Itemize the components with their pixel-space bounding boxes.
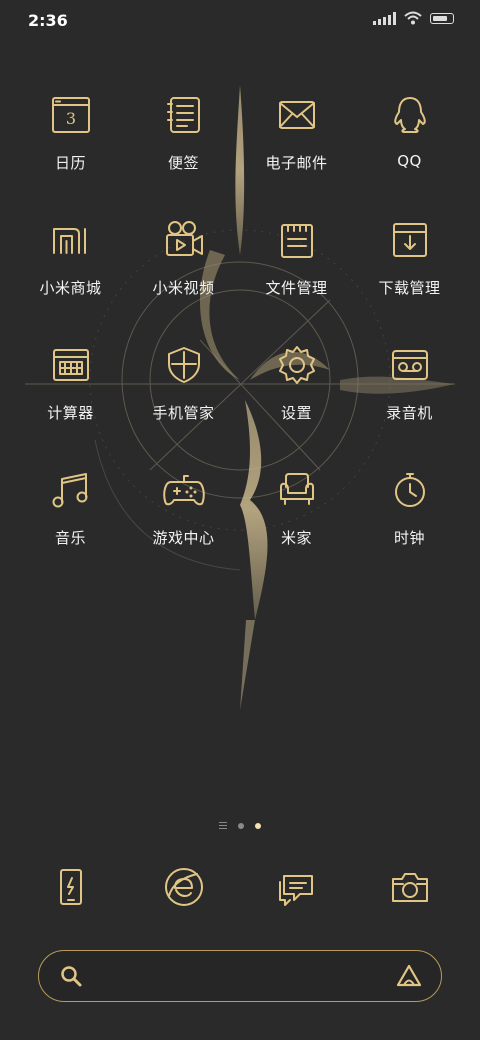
dock: [14, 862, 466, 912]
app-icon[interactable]: [159, 340, 209, 390]
app-icon[interactable]: [159, 90, 209, 140]
app-label: 便签: [167, 154, 199, 172]
search-icon[interactable]: [59, 964, 83, 988]
calculator-icon: [52, 349, 89, 381]
video-camera-icon: [165, 221, 203, 256]
recorder-icon: [391, 350, 428, 380]
status-time: 2:36: [28, 11, 68, 30]
app-recorder[interactable]: 录音机: [353, 340, 466, 465]
app-icon[interactable]: [159, 465, 209, 515]
app-mail[interactable]: 电子邮件: [240, 90, 353, 215]
app-mi-store[interactable]: 小米商城: [14, 215, 127, 340]
dock-app-icon[interactable]: [46, 862, 96, 912]
app-calendar[interactable]: 3 日历: [14, 90, 127, 215]
app-gamepad[interactable]: 游戏中心: [127, 465, 240, 590]
app-download[interactable]: 下载管理: [353, 215, 466, 340]
gamepad-icon: [162, 475, 205, 506]
app-calculator[interactable]: 计算器: [14, 340, 127, 465]
app-icon[interactable]: [385, 465, 435, 515]
dock-phone[interactable]: [14, 862, 127, 912]
dock-app-icon[interactable]: [272, 862, 322, 912]
shield-icon: [167, 347, 200, 383]
app-label: 计算器: [47, 404, 94, 422]
calendar-icon: 3: [51, 97, 90, 133]
app-list-indicator[interactable]: [219, 822, 227, 829]
app-label: 米家: [280, 529, 312, 547]
app-label: 时钟: [393, 529, 425, 547]
page-dot-active[interactable]: [255, 822, 261, 829]
app-icon[interactable]: 3: [46, 90, 96, 140]
app-label: 手机管家: [152, 404, 215, 422]
app-label: 下载管理: [378, 279, 441, 297]
app-label: 游戏中心: [152, 529, 215, 547]
app-video-camera[interactable]: 小米视频: [127, 215, 240, 340]
app-label: 小米商城: [39, 279, 102, 297]
app-notes[interactable]: 便签: [127, 90, 240, 215]
messages-icon: [278, 875, 313, 906]
app-icon[interactable]: [272, 465, 322, 515]
gear-icon: [278, 346, 315, 384]
app-label: 录音机: [386, 404, 433, 422]
app-label: 日历: [54, 154, 86, 172]
app-icon[interactable]: [272, 90, 322, 140]
app-qq[interactable]: QQ: [353, 90, 466, 215]
qq-icon: [393, 97, 426, 133]
music-note-icon: [52, 473, 87, 508]
file-manager-icon: [280, 224, 313, 258]
app-icon[interactable]: [159, 215, 209, 265]
dock-messages[interactable]: [240, 862, 353, 912]
app-label: 小米视频: [152, 279, 215, 297]
signal-icon: [373, 11, 396, 25]
app-armchair[interactable]: 米家: [240, 465, 353, 590]
app-icon[interactable]: [46, 465, 96, 515]
camera-icon: [391, 873, 428, 902]
dock-browser[interactable]: [127, 862, 240, 912]
app-file-manager[interactable]: 文件管理: [240, 215, 353, 340]
armchair-icon: [279, 473, 314, 505]
phone-icon: [59, 869, 82, 905]
app-label: 文件管理: [265, 279, 328, 297]
app-icon[interactable]: [385, 90, 435, 140]
notes-icon: [166, 97, 200, 133]
mi-store-icon: [52, 228, 86, 254]
mail-icon: [278, 101, 315, 129]
app-label: QQ: [397, 152, 422, 170]
download-icon: [392, 223, 427, 257]
app-gear[interactable]: 设置: [240, 340, 353, 465]
browser-icon: [164, 868, 203, 906]
page-indicator: [0, 822, 480, 829]
calendar-day: 3: [65, 109, 75, 128]
search-input[interactable]: [95, 961, 379, 993]
app-icon[interactable]: [272, 215, 322, 265]
dock-app-icon[interactable]: [159, 862, 209, 912]
status-icons: [373, 11, 454, 25]
app-grid: 3 日历 便签 电子邮件 QQ 小米商城 小米视频 文件管理 下载管理 计算器 …: [14, 90, 466, 590]
app-label: 电子邮件: [265, 154, 328, 172]
app-icon[interactable]: [385, 215, 435, 265]
app-label: 设置: [280, 404, 312, 422]
app-shield[interactable]: 手机管家: [127, 340, 240, 465]
app-icon[interactable]: [272, 340, 322, 390]
app-icon[interactable]: [46, 340, 96, 390]
battery-icon: [430, 12, 454, 24]
app-label: 音乐: [54, 529, 86, 547]
app-icon[interactable]: [46, 215, 96, 265]
clock-icon: [394, 473, 425, 507]
wifi-icon: [404, 11, 422, 25]
app-clock[interactable]: 时钟: [353, 465, 466, 590]
dock-app-icon[interactable]: [385, 862, 435, 912]
status-bar: 2:36: [0, 0, 480, 42]
dock-camera[interactable]: [353, 862, 466, 912]
search-bar[interactable]: [38, 950, 442, 1002]
page-dot[interactable]: [238, 822, 244, 829]
assistant-icon[interactable]: [395, 963, 423, 989]
app-icon[interactable]: [385, 340, 435, 390]
app-music-note[interactable]: 音乐: [14, 465, 127, 590]
